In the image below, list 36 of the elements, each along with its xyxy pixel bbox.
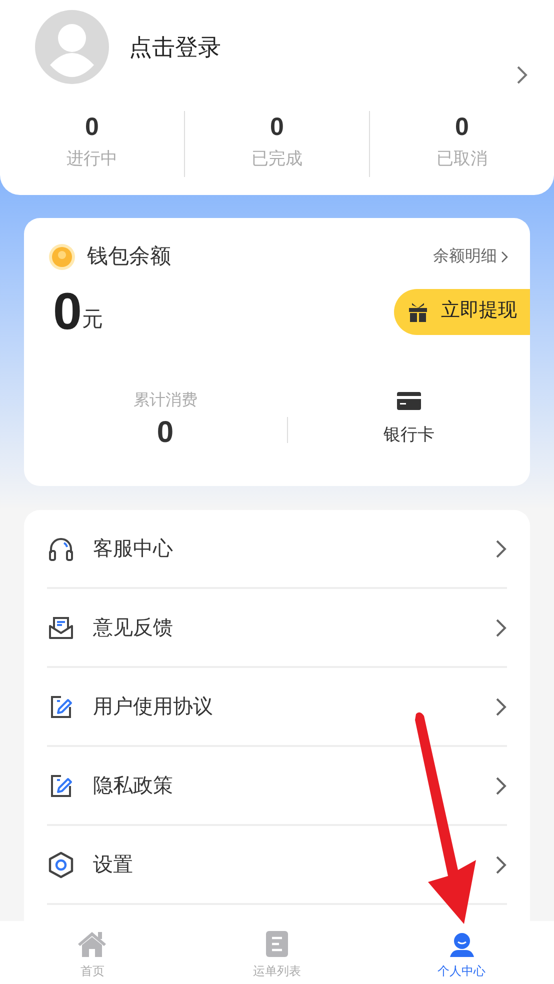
headset-icon <box>48 536 74 560</box>
order-count[interactable]: 0 <box>455 109 469 145</box>
chevron-right-icon <box>495 854 507 874</box>
edit-icon <box>49 774 73 798</box>
wallet-title: 钱包余额 <box>87 244 172 270</box>
chevron-right-icon <box>495 538 507 558</box>
settings-icon <box>47 850 75 878</box>
order-count[interactable]: 0 <box>270 109 284 145</box>
menu-item[interactable]: 客服中心 <box>47 510 507 589</box>
chevron-right-icon <box>495 776 507 796</box>
balance-amount: 0 <box>53 286 82 338</box>
document-icon <box>266 931 288 957</box>
balance-detail-link[interactable]: 余额明细 <box>433 244 508 269</box>
person-icon <box>450 933 474 957</box>
bank-card-label: 银行卡 <box>383 424 434 446</box>
envelope-icon <box>48 616 74 640</box>
bank-card-entry[interactable]: 银行卡 <box>288 392 530 448</box>
total-spent-label: 累计消费 <box>133 390 198 410</box>
currency-unit: 元 <box>82 307 103 333</box>
avatar-icon <box>34 9 110 85</box>
chevron-right-icon <box>495 696 507 716</box>
total-spent-value: 0 <box>156 414 174 450</box>
withdraw-button[interactable]: 立即提现 <box>394 288 530 334</box>
login-label[interactable]: 点击登录 <box>129 30 516 64</box>
chevron-right-icon <box>495 618 507 638</box>
chevron-right-icon <box>516 65 528 85</box>
profile-card[interactable]: 点击登录 0 进行中 0 已完成 0 已取消 <box>0 0 554 195</box>
menu-item[interactable]: 意见反馈 <box>47 589 507 668</box>
chevron-right-icon <box>501 250 508 263</box>
order-count[interactable]: 0 <box>85 109 99 145</box>
bank-card-icon <box>396 392 421 410</box>
gift-icon <box>408 302 428 322</box>
edit-icon <box>49 694 73 718</box>
coin-icon <box>48 242 76 271</box>
home-icon <box>77 931 108 957</box>
tab[interactable]: 个人中心 <box>369 921 554 984</box>
